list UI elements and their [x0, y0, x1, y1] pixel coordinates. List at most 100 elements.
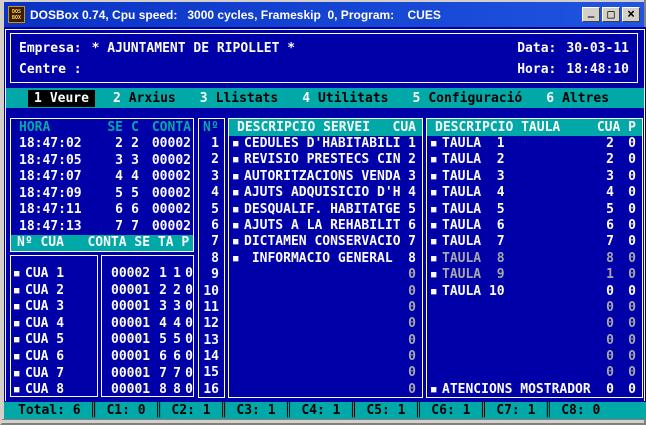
cua-values-row: 00001 3 3 0: [102, 299, 193, 316]
status-value: C4: 1: [301, 403, 340, 418]
taula-p: 0: [614, 202, 636, 218]
minimize-button[interactable]: _: [582, 7, 600, 22]
cua-se: 7: [151, 366, 167, 383]
servei-cua: 0: [402, 365, 416, 381]
window-title: DOSBox 0.74, Cpu speed: 3000 cycles, Fra…: [30, 8, 582, 22]
taula-cua: 0: [600, 382, 614, 398]
menu-item-label: Arxius: [129, 91, 176, 106]
cua-p: 0: [181, 382, 193, 397]
cua-ta: 4: [167, 316, 181, 333]
menu-item-number: 1: [34, 91, 42, 106]
servei-row: ■ DESQUALIF. HABITATGE 5: [229, 202, 422, 218]
minimize-icon: _: [588, 6, 595, 17]
bullet-icon: ■: [233, 234, 244, 250]
servei-name: AJUTS ADQUISICIO D'H: [244, 185, 402, 201]
bullet-icon: ■: [14, 316, 25, 333]
taula-p: 0: [614, 316, 636, 332]
taula-cua: 4: [600, 185, 614, 201]
servei-row: 0: [229, 300, 422, 316]
taula-cua: 0: [600, 365, 614, 381]
hora-table-row: 18:47:02 2 2 00002: [11, 136, 193, 153]
servei-row: 0: [229, 382, 422, 398]
menu-item[interactable]: 4 Utilitats: [296, 90, 394, 107]
cua-se: 5: [151, 332, 167, 349]
status-segment: ║ C8: 0: [535, 403, 600, 418]
menu-item[interactable]: 5 Configuració: [407, 90, 529, 107]
status-value: C7: 1: [496, 403, 535, 418]
status-value: C8: 0: [561, 403, 600, 418]
cua-p: 0: [181, 366, 193, 383]
cua-p: 0: [181, 332, 193, 349]
cua-conta: 00001: [105, 283, 151, 300]
cua-p: 0: [181, 316, 193, 333]
status-separator: ║: [220, 403, 228, 418]
row-number: 5: [199, 202, 224, 218]
centre-label: Centre :: [19, 59, 82, 80]
menu-item-label: Altres: [562, 91, 609, 106]
status-value: C3: 1: [236, 403, 275, 418]
taula-header-title: DESCRIPCIO TAULA: [435, 119, 560, 136]
cua-name: CUA 7: [25, 366, 64, 383]
taula-cua: 0: [600, 316, 614, 332]
data-value: 30-03-11: [566, 38, 629, 59]
empresa-value: * AJUNTAMENT DE RIPOLLET *: [92, 38, 296, 59]
cua-ta: 7: [167, 366, 181, 383]
bullet-icon: ■: [233, 251, 244, 267]
status-value: C5: 1: [366, 403, 405, 418]
taula-p: 0: [614, 136, 636, 152]
taula-row: ■ TAULA 7 7 0: [427, 234, 642, 250]
status-value: C6: 1: [431, 403, 470, 418]
maximize-button[interactable]: □: [602, 7, 620, 22]
row-number: 1: [199, 136, 224, 152]
taula-name: TAULA 2: [442, 152, 600, 168]
data-label: Data:: [517, 38, 556, 59]
session-header-box: Empresa: * AJUNTAMENT DE RIPOLLET * Data…: [10, 33, 638, 83]
titlebar[interactable]: DOS BOX DOSBox 0.74, Cpu speed: 3000 cyc…: [4, 2, 644, 27]
status-segment: ║ C7: 1: [470, 403, 535, 418]
cua-ta: 1: [167, 266, 181, 283]
close-button[interactable]: ×: [622, 7, 640, 22]
cua-conta: 00001: [105, 349, 151, 366]
servei-row: 0: [229, 349, 422, 365]
taula-cua: 0: [600, 349, 614, 365]
row-number: 12: [199, 316, 224, 332]
servei-row: 0: [229, 267, 422, 283]
menu-item[interactable]: 1 Veure: [28, 90, 95, 107]
taula-p: 0: [614, 185, 636, 201]
menu-item[interactable]: 6 Altres: [540, 90, 615, 107]
menu-bar: 1 Veure 2 Arxius 3 Llistats 4 Utilitats: [6, 88, 644, 108]
hora-panel: HORA SE C CONTA 18:47:02 2 2 00002 18:47…: [10, 118, 194, 252]
bullet-icon: ■: [233, 185, 244, 201]
cua-p: 0: [181, 349, 193, 366]
cua-name-row: ■ CUA 4: [11, 316, 97, 333]
servei-name: DICTAMEN CONSERVACIO: [244, 234, 402, 250]
menu-item[interactable]: 3 Llistats: [194, 90, 284, 107]
taula-row: ■ TAULA 3 3 0: [427, 169, 642, 185]
menu-item-number: 2: [113, 91, 121, 106]
servei-cua: 0: [402, 267, 416, 283]
status-separator: ║: [479, 403, 487, 418]
taula-row: ■ ATENCIONS MOSTRADOR 0 0: [427, 382, 642, 398]
menu-item[interactable]: 2 Arxius: [107, 90, 182, 107]
taula-cua: 2: [600, 152, 614, 168]
status-separator: ║: [155, 403, 163, 418]
servei-panel-header: DESCRIPCIO SERVEI CUA: [229, 119, 422, 136]
app-icon-text-bottom: BOX: [12, 15, 21, 21]
dosbox-window: DOS BOX DOSBox 0.74, Cpu speed: 3000 cyc…: [0, 0, 646, 425]
cua-ta: 5: [167, 332, 181, 349]
bullet-icon: ■: [431, 251, 442, 267]
bullet-icon: ■: [431, 202, 442, 218]
taula-name: TAULA 3: [442, 169, 600, 185]
servei-name: AUTORITZACIONS VENDA: [244, 169, 402, 185]
bullet-icon: ■: [233, 169, 244, 185]
servei-row: ■ CEDULES D'HABITABILI 1: [229, 136, 422, 152]
cua-names-box: ■ CUA 1 ■ CUA 2 ■ CUA 3 ■ CUA 4: [10, 255, 98, 397]
bullet-icon: ■: [431, 267, 442, 283]
row-number: 16: [199, 382, 224, 398]
cua-name: CUA 2: [25, 283, 64, 300]
bullet-icon: ■: [431, 218, 442, 234]
servei-row: 0: [229, 333, 422, 349]
row-number: 3: [199, 169, 224, 185]
bullet-icon: ■: [14, 266, 25, 283]
bullet-icon: ■: [431, 136, 442, 152]
